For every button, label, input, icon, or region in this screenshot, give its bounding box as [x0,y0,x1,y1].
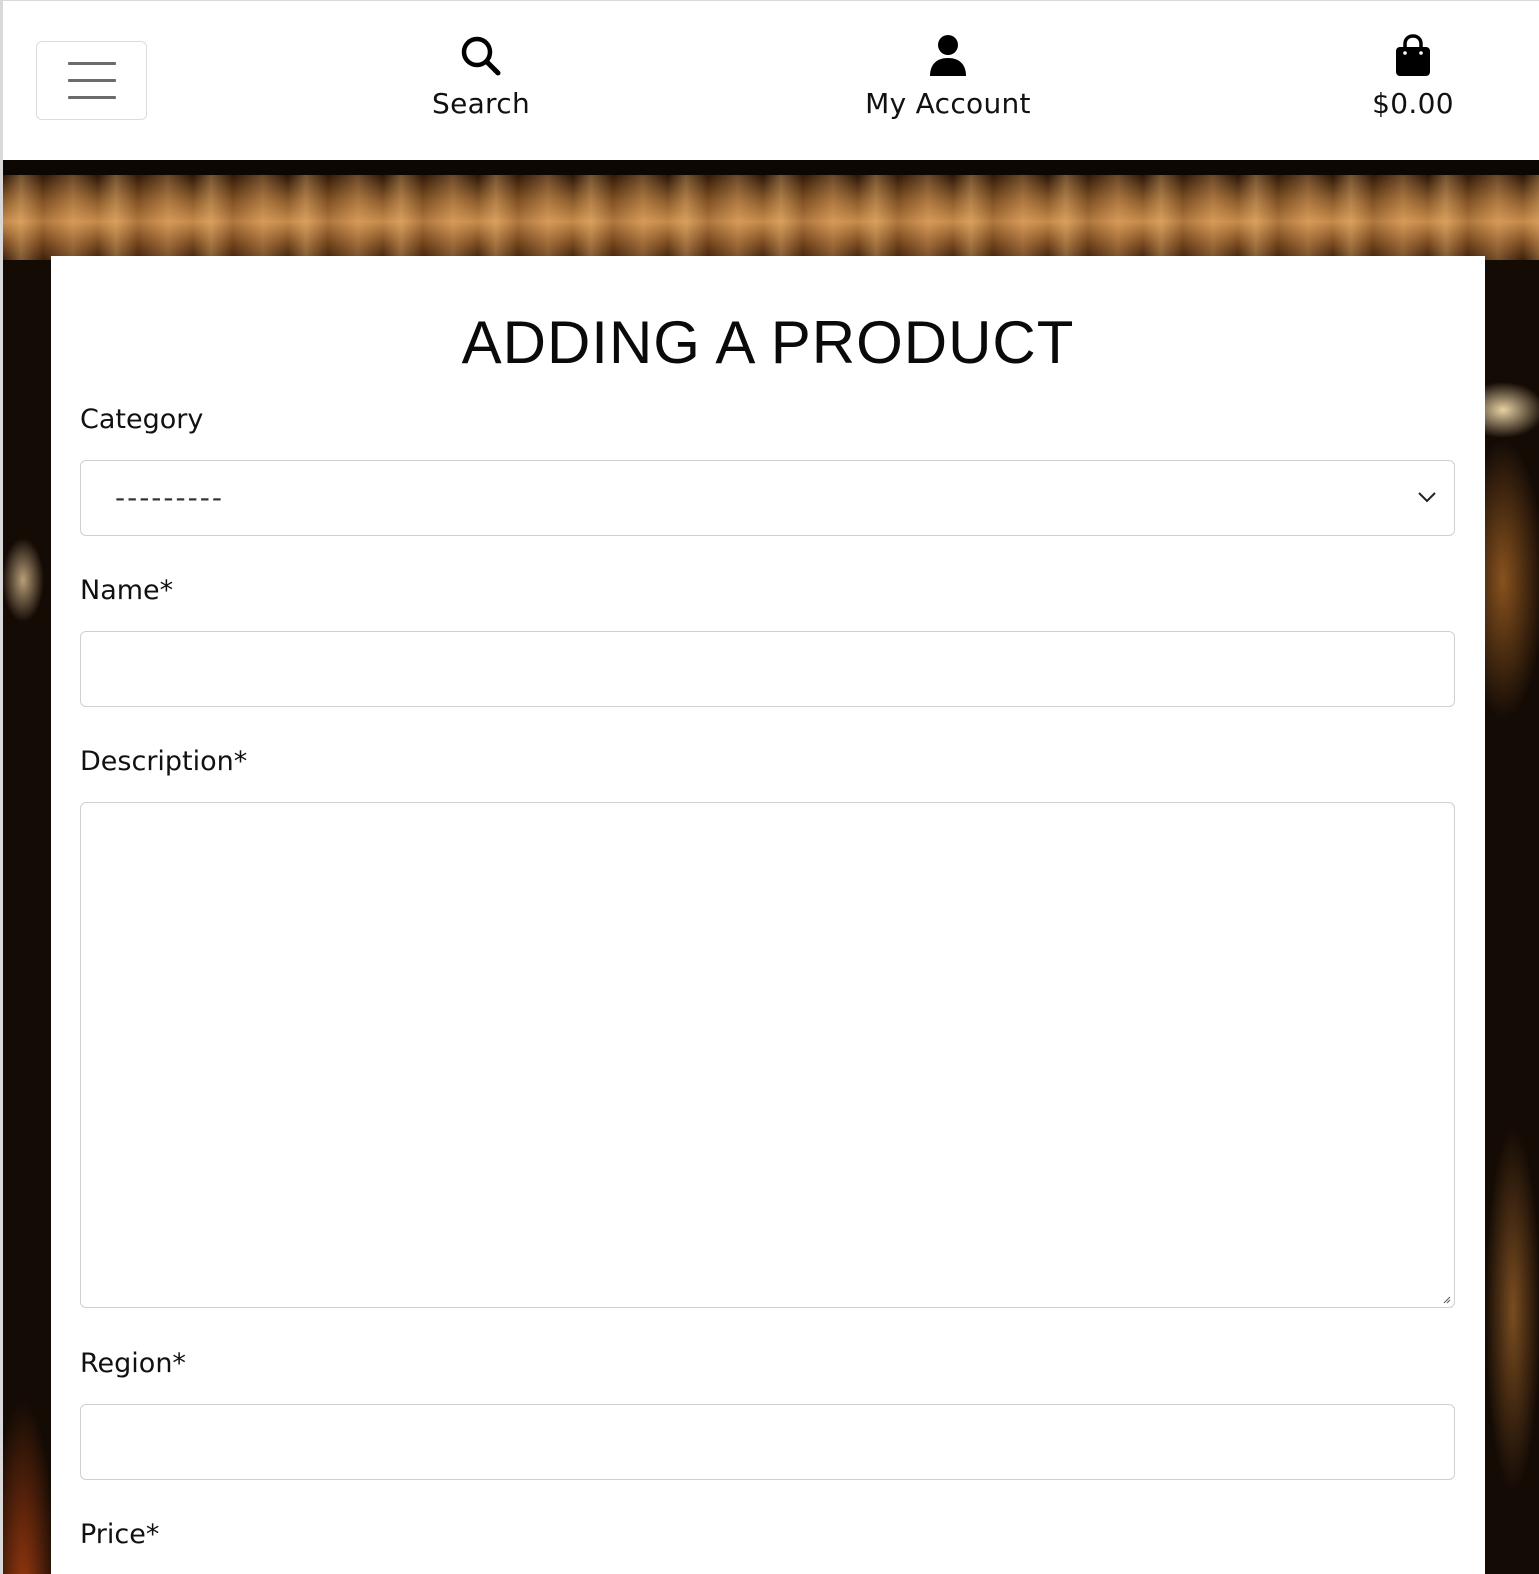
name-label: Name* [80,575,174,606]
nav-account-link[interactable]: My Account [848,31,1048,131]
description-label: Description* [80,746,248,777]
hamburger-icon [67,62,116,65]
hamburger-icon-bar [67,79,116,82]
region-input[interactable] [80,1404,1455,1480]
category-select[interactable]: --------- [80,460,1455,536]
search-icon [457,31,505,81]
hamburger-icon-bar [67,96,116,99]
background-shelf [3,175,1539,260]
resize-handle-icon[interactable] [1443,1296,1451,1304]
nav-search-label: Search [432,87,530,120]
background-shelf-shadow [3,160,1539,175]
add-product-form: ADDING A PRODUCT Category --------- Name… [51,256,1485,1574]
site-header: Search My Account $0.00 [3,1,1539,160]
nav-search-link[interactable]: Search [401,31,561,131]
menu-toggle-button[interactable] [36,41,147,120]
cart-total: $0.00 [1372,87,1454,120]
user-icon [924,31,972,81]
description-textarea[interactable] [80,802,1455,1308]
page-title: ADDING A PRODUCT [461,309,1075,376]
region-label: Region* [80,1348,186,1379]
nav-cart-link[interactable]: $0.00 [1343,31,1483,131]
nav-account-label: My Account [865,87,1031,120]
category-label: Category [80,404,204,435]
chevron-down-icon [1418,492,1436,503]
shopping-bag-icon [1389,31,1437,81]
price-label: Price* [80,1519,160,1550]
name-input[interactable] [80,631,1455,707]
category-selected-value: --------- [115,481,224,514]
